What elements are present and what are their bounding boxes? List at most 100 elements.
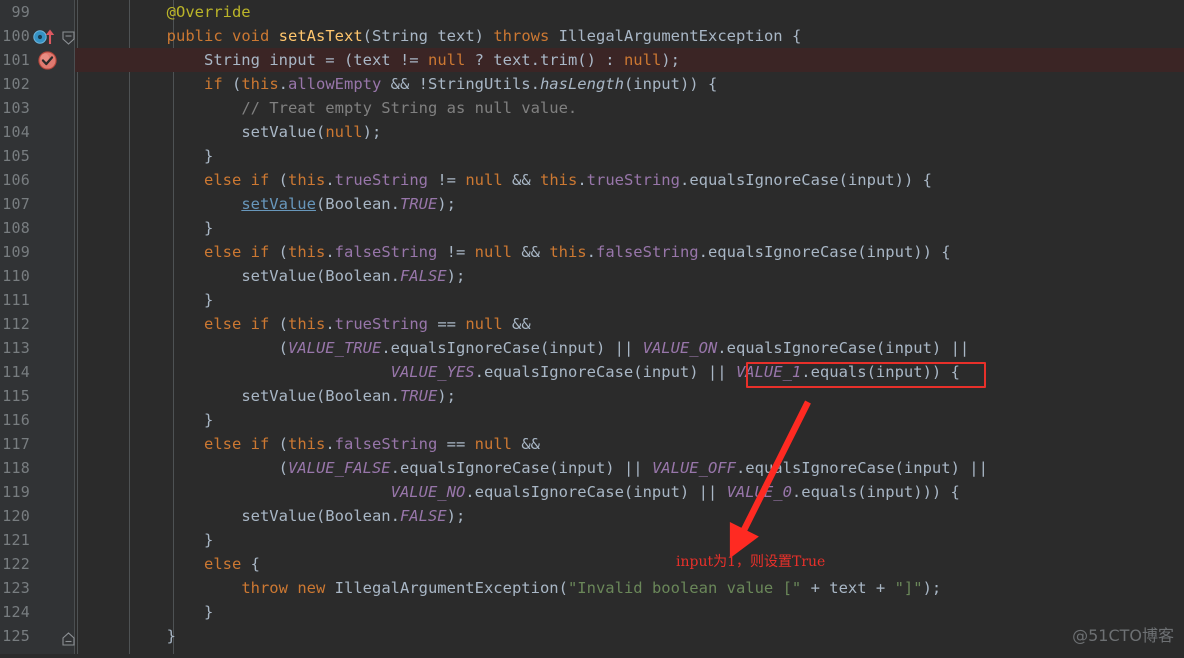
code-line[interactable]: } [75, 144, 1184, 168]
code-token: == [428, 315, 466, 333]
code-line[interactable]: setValue(Boolean.FALSE); [75, 264, 1184, 288]
gutter-row[interactable]: 110 [0, 264, 74, 288]
code-token: FALSE [399, 267, 447, 285]
gutter-row[interactable]: 103 [0, 96, 74, 120]
line-number: 109 [2, 243, 30, 261]
fold-collapse-icon[interactable] [62, 30, 75, 45]
code-line[interactable]: setValue(null); [75, 120, 1184, 144]
gutter-row[interactable]: 115 [0, 384, 74, 408]
override-method-icon[interactable] [33, 28, 59, 45]
gutter-row[interactable]: 106 [0, 168, 74, 192]
editor-gutter[interactable]: 99 100 101 102 103 104 105 106 107 108 109 110 111 11… [0, 0, 75, 654]
gutter-row[interactable]: 113 [0, 336, 74, 360]
line-number: 118 [2, 459, 30, 477]
code-line[interactable]: (VALUE_TRUE.equalsIgnoreCase(input) || V… [75, 336, 1184, 360]
line-number: 104 [2, 123, 30, 141]
code-token: ); [922, 579, 942, 597]
code-line[interactable]: else if (this.falseString == null && [75, 432, 1184, 456]
code-token: if [250, 315, 270, 333]
gutter-row[interactable]: 120 [0, 504, 74, 528]
code-token: setAsText [278, 27, 363, 45]
code-line-text: else if (this.trueString == null && [75, 315, 531, 333]
code-token: . [325, 435, 335, 453]
code-token: if [250, 171, 270, 189]
line-number: 123 [2, 579, 30, 597]
code-line[interactable]: @Override [75, 0, 1184, 24]
gutter-row[interactable]: 101 [0, 48, 74, 72]
code-line[interactable]: setValue(Boolean.TRUE); [75, 192, 1184, 216]
code-line-text: } [75, 627, 176, 645]
site-watermark: @51CTO博客 [1072, 626, 1174, 645]
code-line[interactable]: } [75, 216, 1184, 240]
gutter-row[interactable]: 117 [0, 432, 74, 456]
code-line-text: VALUE_NO.equalsIgnoreCase(input) || VALU… [75, 483, 960, 501]
gutter-row[interactable]: 108 [0, 216, 74, 240]
code-content-area[interactable]: @Override public void setAsText(String t… [75, 0, 1184, 654]
gutter-row[interactable]: 122 [0, 552, 74, 576]
code-token: . [278, 75, 288, 93]
code-line[interactable]: if (this.allowEmpty && !StringUtils.hasL… [75, 72, 1184, 96]
code-line-highlighted[interactable]: String input = (text != null ? text.trim… [75, 48, 1184, 72]
gutter-row[interactable]: 116 [0, 408, 74, 432]
code-line[interactable]: else if (this.trueString == null && [75, 312, 1184, 336]
code-token: setValue(Boolean. [241, 267, 400, 285]
code-line[interactable]: } [75, 600, 1184, 624]
code-line[interactable]: else if (this.falseString != null && thi… [75, 240, 1184, 264]
gutter-row[interactable]: 104 [0, 120, 74, 144]
code-token: this [288, 243, 326, 261]
gutter-row[interactable]: 111 [0, 288, 74, 312]
line-number: 111 [2, 291, 30, 309]
line-number: 112 [2, 315, 30, 333]
gutter-row[interactable]: 107 [0, 192, 74, 216]
code-token: ( [269, 435, 288, 453]
code-token: (Boolean. [315, 195, 400, 213]
code-token: null [325, 123, 363, 141]
code-line[interactable]: } [75, 288, 1184, 312]
code-token: . [586, 243, 596, 261]
code-line-text: else if (this.trueString != null && this… [75, 171, 932, 189]
code-token: ( [222, 75, 242, 93]
gutter-row[interactable]: 109 [0, 240, 74, 264]
gutter-row[interactable]: 121 [0, 528, 74, 552]
gutter-row[interactable]: 118 [0, 456, 74, 480]
code-line[interactable]: else if (this.trueString != null && this… [75, 168, 1184, 192]
code-editor[interactable]: 99 100 101 102 103 104 105 106 107 108 109 110 111 11… [0, 0, 1184, 654]
code-line[interactable]: // Treat empty String as null value. [75, 96, 1184, 120]
code-line[interactable]: setValue(Boolean.TRUE); [75, 384, 1184, 408]
code-token: && [511, 435, 540, 453]
code-token: != [428, 171, 466, 189]
code-token: hasLength [539, 75, 624, 93]
breakpoint-verified-icon[interactable] [38, 51, 57, 70]
fold-expand-end-icon[interactable] [62, 631, 75, 646]
code-token: || [707, 363, 727, 381]
code-line[interactable]: VALUE_YES.equalsIgnoreCase(input) || VAL… [75, 360, 1184, 384]
gutter-row[interactable]: 112 [0, 312, 74, 336]
gutter-row[interactable]: 119 [0, 480, 74, 504]
code-line[interactable]: VALUE_NO.equalsIgnoreCase(input) || VALU… [75, 480, 1184, 504]
gutter-row[interactable]: 99 [0, 0, 74, 24]
code-line[interactable]: } [75, 528, 1184, 552]
code-line[interactable]: public void setAsText(String text) throw… [75, 24, 1184, 48]
code-line[interactable]: else { [75, 552, 1184, 576]
code-token: ); [437, 195, 456, 213]
gutter-row[interactable]: 124 [0, 600, 74, 624]
gutter-row[interactable]: 123 [0, 576, 74, 600]
code-line[interactable]: } [75, 408, 1184, 432]
code-line-text: setValue(Boolean.TRUE); [75, 387, 456, 405]
code-line[interactable]: (VALUE_FALSE.equalsIgnoreCase(input) || … [75, 456, 1184, 480]
gutter-row[interactable]: 114 [0, 360, 74, 384]
code-token: trueString [334, 171, 428, 189]
code-token: String [203, 51, 260, 69]
code-token: ( [269, 171, 288, 189]
gutter-row[interactable]: 105 [0, 144, 74, 168]
code-line[interactable]: } [75, 624, 1184, 648]
code-line[interactable]: setValue(Boolean.FALSE); [75, 504, 1184, 528]
gutter-row[interactable]: 102 [0, 72, 74, 96]
code-token: } [166, 627, 176, 645]
code-line[interactable]: throw new IllegalArgumentException("Inva… [75, 576, 1184, 600]
